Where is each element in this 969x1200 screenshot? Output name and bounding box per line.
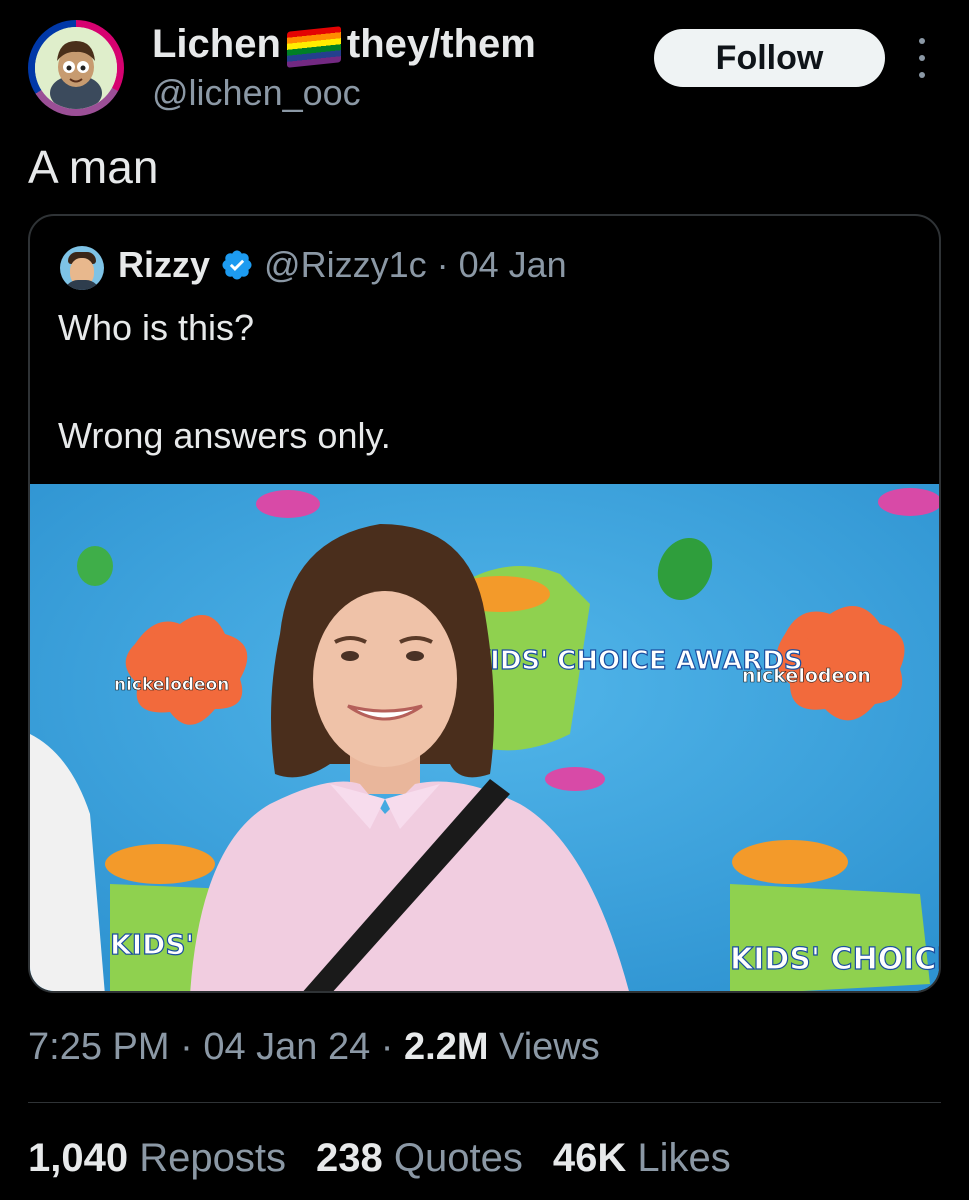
reposts-label: Reposts (139, 1136, 286, 1180)
quoted-line-2: Wrong answers only. (58, 415, 391, 456)
quotes-count: 238 (315, 1136, 383, 1180)
likes-count: 46K (552, 1136, 627, 1180)
kca-logo-middle: KIDS' CHOICE AWARDS (470, 646, 803, 676)
quoted-author-handle[interactable]: @Rizzy1c (264, 244, 427, 286)
meta-separator: · (180, 1026, 193, 1068)
avatar-image (35, 27, 117, 109)
quoted-author-name[interactable]: Rizzy (118, 244, 210, 286)
quoted-line-1: Who is this? (58, 307, 255, 348)
divider (28, 1102, 941, 1103)
more-options-icon[interactable] (912, 38, 932, 78)
quoted-author-avatar[interactable] (60, 246, 104, 290)
quotes-label: Quotes (393, 1136, 523, 1180)
quoted-date: 04 Jan (458, 244, 567, 285)
author-handle[interactable]: @lichen_ooc (152, 72, 361, 114)
verified-badge-icon (222, 250, 252, 280)
reposts-stat[interactable]: 1,040 Reposts (28, 1136, 286, 1181)
views-count: 2.2M (404, 1026, 489, 1068)
author-name: Lichen (152, 22, 281, 66)
quoted-tweet-card[interactable]: Rizzy @Rizzy1c · 04 Jan Who is this? Wro… (28, 214, 941, 993)
views-label: Views (499, 1026, 600, 1068)
tweet-page: Lichen they/them @lichen_ooc Follow A ma… (0, 0, 969, 1200)
follow-button[interactable]: Follow (654, 29, 885, 87)
cartoon-avatar-icon (35, 27, 117, 109)
tweet-time: 7:25 PM (28, 1026, 170, 1068)
kca-logo-right: KIDS' CHOICE (730, 942, 941, 977)
author-avatar[interactable] (28, 20, 124, 116)
author-pronouns: they/them (346, 22, 536, 66)
meta-separator: · (380, 1026, 394, 1068)
likes-stat[interactable]: 46K Likes (553, 1136, 731, 1181)
kids-choice-awards-photo: nickelodeon nickelodeon KIDS' CHOICE AWA… (30, 484, 941, 991)
engagement-stats: 1,040 Reposts 238 Quotes 46K Likes (28, 1136, 731, 1181)
pride-flag-icon (286, 25, 341, 68)
quoted-tweet-text: Who is this? Wrong answers only. (58, 306, 918, 458)
author-display-name[interactable]: Lichen they/them (152, 22, 536, 68)
reposts-count: 1,040 (28, 1136, 129, 1180)
quotes-stat[interactable]: 238 Quotes (316, 1136, 523, 1181)
tweet-timestamp[interactable]: 7:25 PM · 04 Jan 24 · 2.2M Views (28, 1026, 600, 1069)
tweet-text: A man (28, 141, 159, 193)
nickelodeon-logo-left: nickelodeon (114, 675, 229, 695)
meta-separator: · (436, 244, 449, 285)
tweet-date: 04 Jan 24 (203, 1026, 371, 1068)
quoted-tweet-header: Rizzy @Rizzy1c · 04 Jan (118, 244, 567, 286)
likes-label: Likes (637, 1136, 731, 1180)
quoted-tweet-photo[interactable]: nickelodeon nickelodeon KIDS' CHOICE AWA… (30, 484, 941, 991)
